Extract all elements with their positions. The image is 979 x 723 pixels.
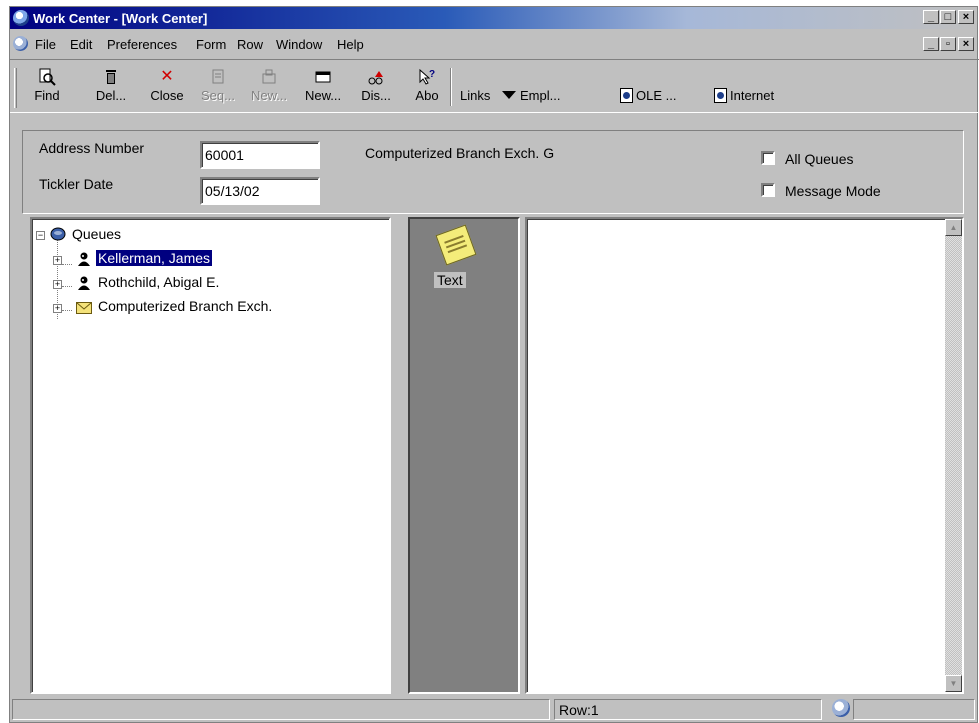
app-globe-icon: [13, 10, 29, 26]
tickler-date-input[interactable]: 05/13/02: [200, 177, 320, 205]
message-viewer[interactable]: ▲ ▼: [525, 217, 964, 694]
envelope-icon: [76, 301, 92, 317]
mdi-minimize-button[interactable]: _: [923, 37, 939, 51]
ole-document-icon: [620, 88, 633, 103]
tree-guide-line: [62, 286, 72, 287]
tree-item-label: Rothchild, Abigal E.: [98, 274, 220, 290]
address-number-label: Address Number: [39, 140, 145, 156]
find-button[interactable]: Find: [30, 68, 64, 110]
person-icon: [76, 275, 92, 291]
header-panel: Address Number 60001 Computerized Branch…: [22, 130, 964, 214]
status-globe-icon: [832, 699, 850, 717]
all-queues-label: All Queues: [785, 151, 854, 167]
minimize-button[interactable]: _: [923, 10, 939, 24]
vertical-scrollbar[interactable]: ▲ ▼: [945, 219, 962, 692]
menu-bar: File Edit Preferences Form Row Window He…: [10, 33, 977, 55]
tree-item-label: Computerized Branch Exch.: [98, 298, 273, 314]
mdi-close-button[interactable]: ×: [958, 37, 974, 51]
mdi-restore-button[interactable]: ▫: [940, 37, 956, 51]
new-message-icon: [314, 68, 332, 86]
toolbar: Find Del... ✕ Close Seq... New... New...…: [10, 59, 979, 113]
close-button[interactable]: ✕ Close: [145, 68, 189, 110]
menu-edit[interactable]: Edit: [70, 37, 92, 52]
menu-window[interactable]: Window: [276, 37, 322, 52]
expand-icon[interactable]: +: [53, 256, 62, 265]
find-icon: [38, 68, 56, 86]
about-icon: ?: [418, 68, 436, 86]
status-row-cell: Row:1: [554, 699, 822, 720]
sequence-button[interactable]: Seq...: [200, 68, 236, 110]
attachment-pane[interactable]: Text: [408, 217, 520, 694]
new-message-button[interactable]: New...: [305, 68, 341, 110]
dropdown-triangle-icon: [502, 91, 516, 99]
close-window-button[interactable]: ×: [958, 10, 974, 24]
menu-row[interactable]: Row: [237, 37, 263, 52]
all-queues-checkbox[interactable]: [761, 151, 775, 165]
expand-icon[interactable]: +: [53, 304, 62, 313]
status-message-cell: [12, 699, 550, 720]
close-icon: ✕: [160, 68, 174, 85]
window-title: Work Center - [Work Center]: [33, 11, 208, 26]
delete-icon: [102, 68, 120, 86]
scroll-up-icon[interactable]: ▲: [945, 219, 962, 236]
address-description: Computerized Branch Exch. G: [365, 145, 555, 161]
tree-root-label: Queues: [72, 226, 122, 242]
menu-form[interactable]: Form: [196, 37, 226, 52]
ole-link[interactable]: OLE ...: [620, 88, 676, 103]
tree-guide-line: [62, 264, 72, 265]
tickler-date-label: Tickler Date: [39, 176, 114, 192]
internet-link[interactable]: Internet: [714, 88, 774, 103]
person-icon: [76, 251, 92, 267]
employee-link[interactable]: Empl...: [502, 88, 560, 103]
address-number-input[interactable]: 60001: [200, 141, 320, 169]
expand-icon[interactable]: +: [53, 280, 62, 289]
new-disabled-button[interactable]: New...: [251, 68, 287, 110]
new-disabled-icon: [260, 68, 278, 86]
menu-preferences[interactable]: Preferences: [107, 37, 177, 52]
message-mode-checkbox[interactable]: [761, 183, 775, 197]
menu-file[interactable]: File: [35, 37, 56, 52]
toolbar-grip[interactable]: [14, 68, 17, 108]
status-extra-cell: [853, 699, 975, 720]
delete-button[interactable]: Del...: [94, 68, 128, 110]
queue-tree[interactable]: − Queues + Kellerman, James + Rothchild,…: [30, 217, 391, 694]
internet-document-icon: [714, 88, 727, 103]
about-button[interactable]: ? Abo: [413, 68, 441, 110]
title-bar: Work Center - [Work Center] _ □ ×: [10, 7, 977, 29]
status-bar: Row:1: [10, 696, 979, 722]
svg-text:?: ?: [429, 69, 435, 80]
message-mode-label: Message Mode: [785, 183, 881, 199]
tree-item-label: Kellerman, James: [94, 249, 214, 267]
collapse-icon[interactable]: −: [36, 231, 45, 240]
menu-help[interactable]: Help: [337, 37, 364, 52]
sequence-icon: [209, 68, 227, 86]
display-button[interactable]: Dis...: [358, 68, 394, 110]
note-icon[interactable]: [435, 224, 477, 266]
work-center-window: Work Center - [Work Center] _ □ × File E…: [9, 6, 979, 723]
maximize-button[interactable]: □: [940, 10, 956, 24]
display-icon: [367, 68, 385, 86]
toolbar-separator: [450, 68, 452, 106]
document-menu-icon[interactable]: [13, 36, 28, 51]
queues-icon: [50, 226, 66, 242]
scroll-down-icon[interactable]: ▼: [945, 675, 962, 692]
links-label: Links: [460, 88, 491, 103]
tree-guide-line: [62, 310, 72, 311]
text-attachment-label[interactable]: Text: [434, 272, 466, 288]
